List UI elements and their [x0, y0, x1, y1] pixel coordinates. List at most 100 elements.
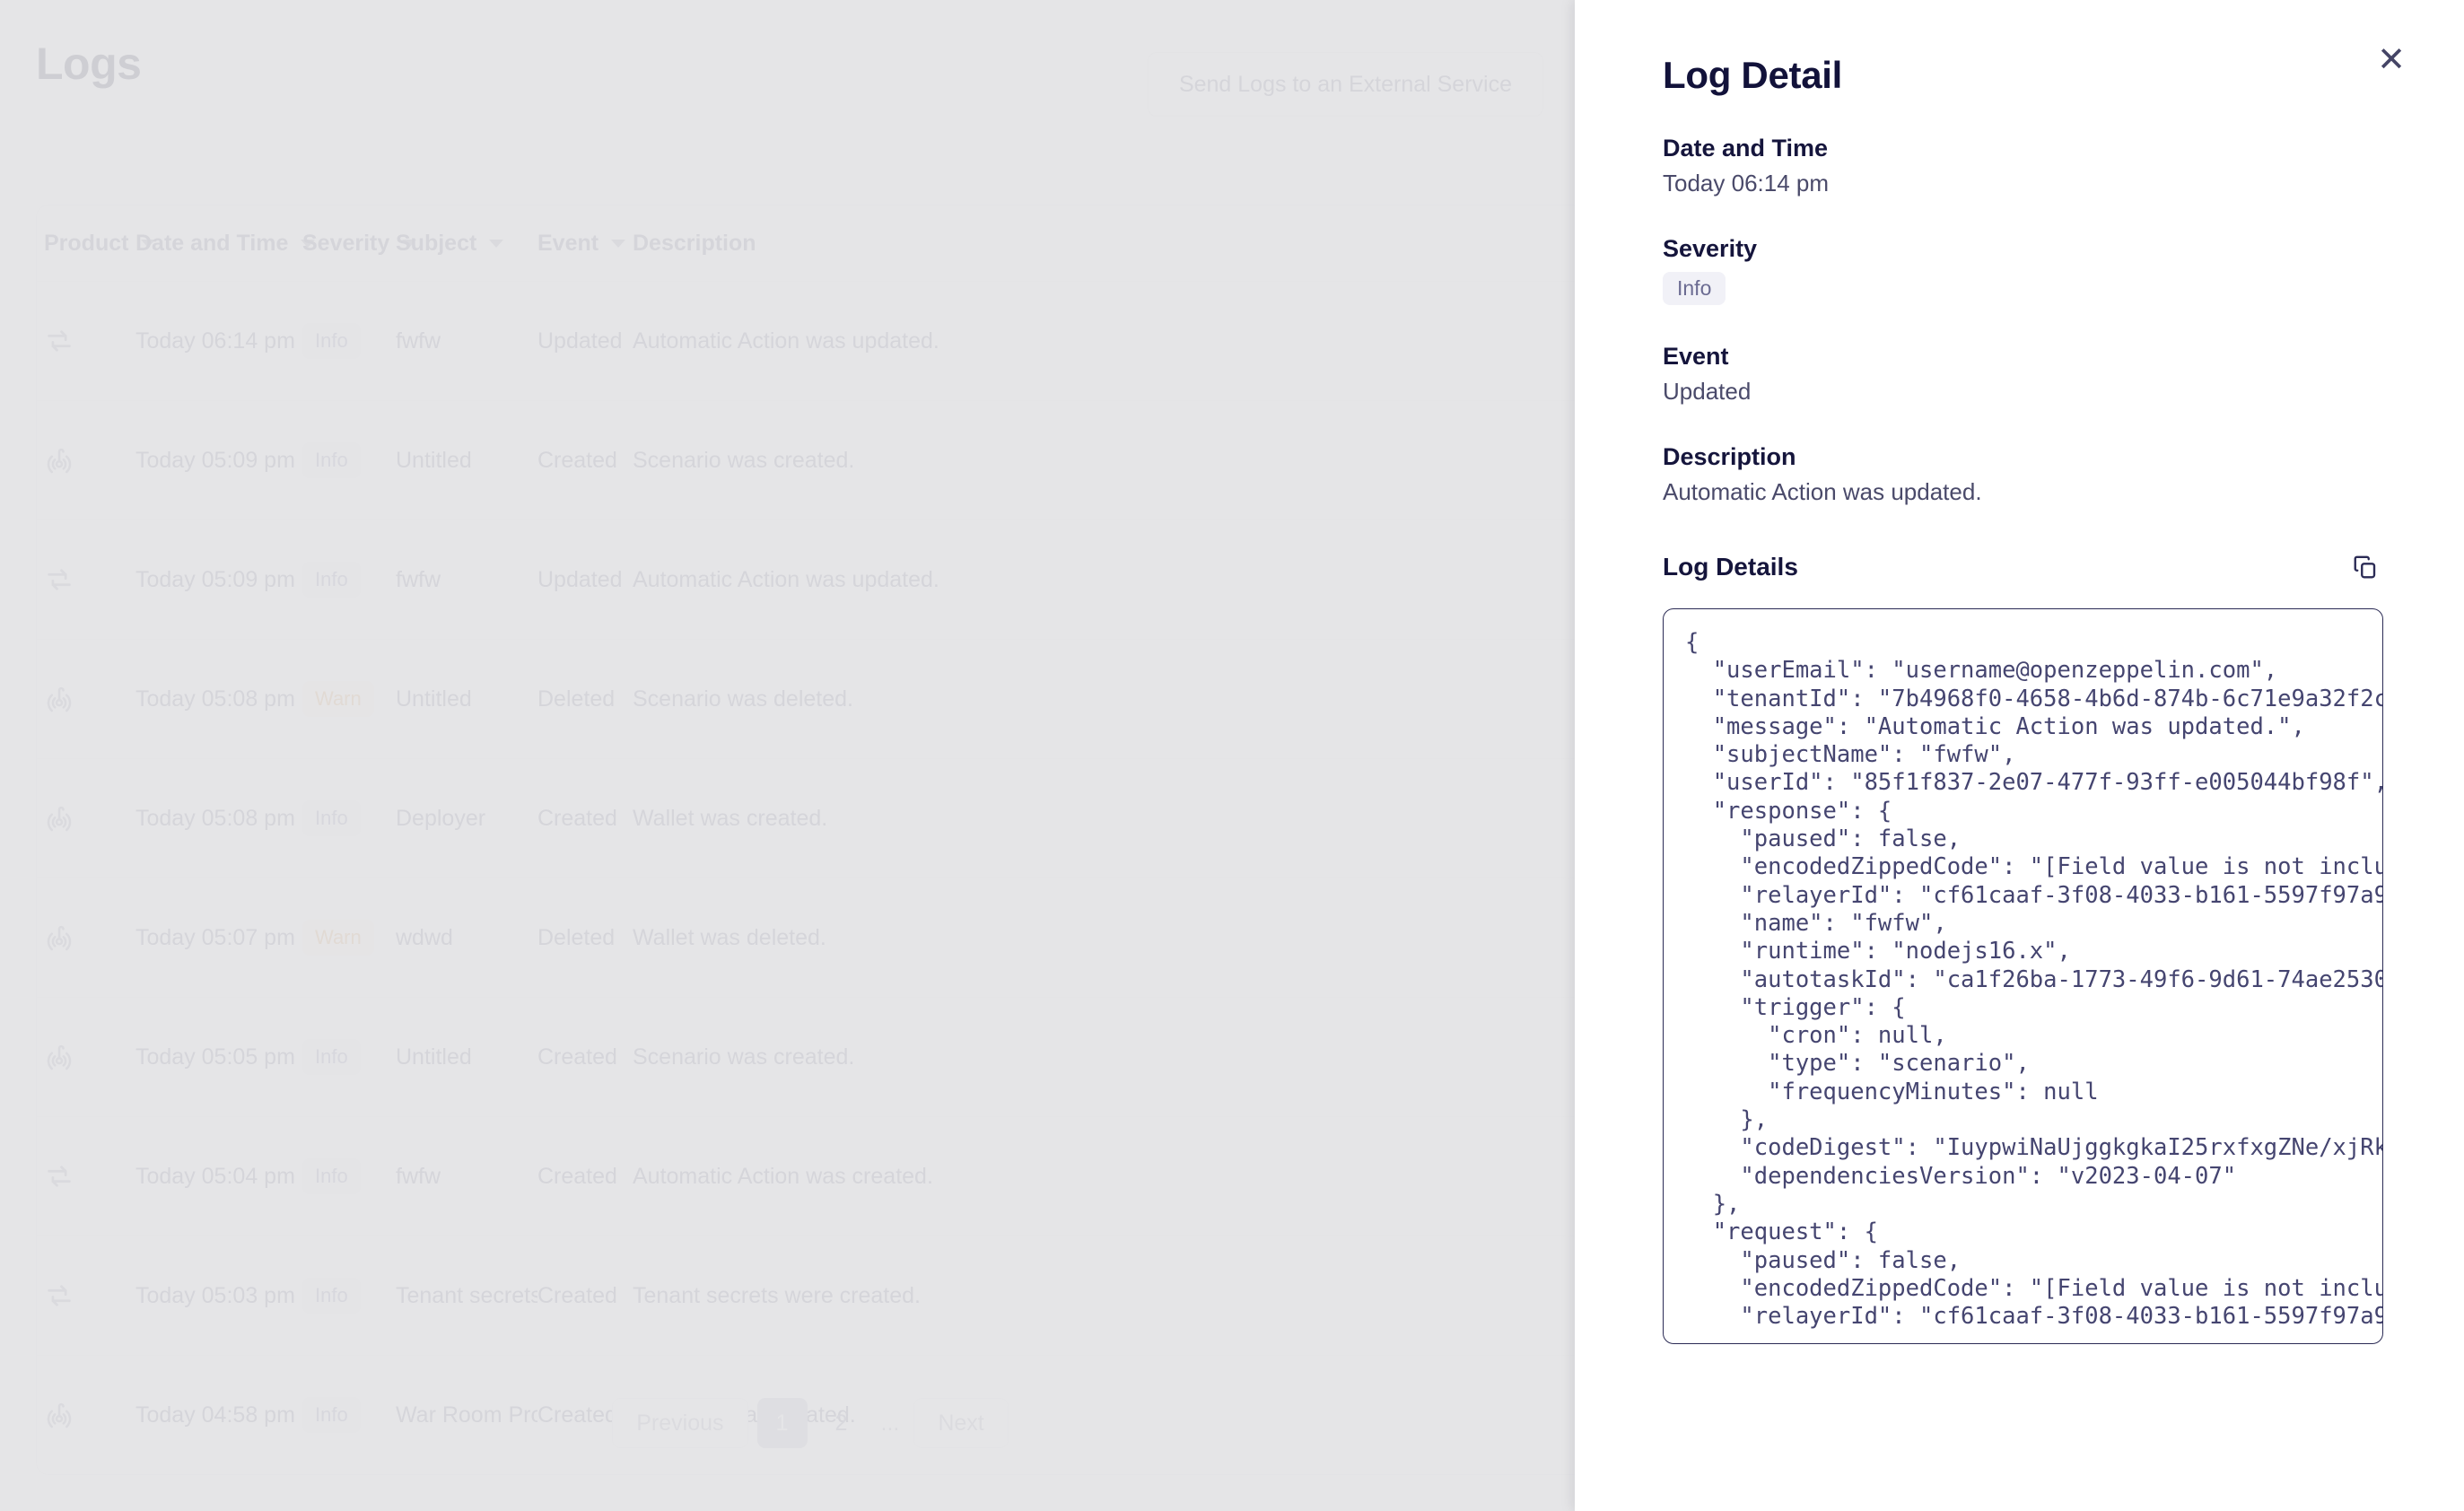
cell-severity: Info	[302, 323, 396, 359]
detail-field-date-and-time: Date and Time Today 06:14 pm	[1663, 135, 2383, 197]
cell-event: Created	[537, 1163, 617, 1189]
logs-table: Product Date and Time Severity Subject Event…	[36, 205, 1575, 1475]
table-row[interactable]: Today 05:07 pm Warn wdwd Deleted Wallet was …	[37, 878, 1575, 997]
detail-field-label: Severity	[1663, 235, 1758, 262]
cell-subject: Deployer	[396, 805, 486, 831]
cell-severity: Info	[302, 1158, 396, 1194]
cell-event: Updated	[537, 566, 623, 592]
cell-severity: Warn	[302, 681, 396, 717]
column-header-product[interactable]: Product	[44, 230, 156, 257]
table-header-row: Product Date and Time Severity Subject Event…	[37, 205, 1575, 281]
pagination-page-2[interactable]: 2	[817, 1398, 867, 1448]
cell-severity: Info	[302, 800, 396, 836]
detail-field-severity: Severity Info	[1663, 235, 2383, 305]
cell-event: Updated	[537, 328, 623, 354]
page-header: Logs Send Logs to an External Service	[36, 18, 1543, 117]
log-details-code-box[interactable]: { "userEmail": "username@openzeppelin.co…	[1663, 608, 2383, 1344]
cell-subject: wdwd	[396, 924, 453, 950]
cell-datetime: Today 05:03 pm	[135, 1282, 295, 1308]
cell-datetime: Today 05:08 pm	[135, 686, 295, 712]
sentinel-radar-icon	[44, 803, 135, 834]
detail-field-description: Description Automatic Action was updated.	[1663, 443, 2383, 506]
table-row[interactable]: Today 05:09 pm Info fwfw Updated Automatic A…	[37, 520, 1575, 639]
detail-field-value: Automatic Action was updated.	[1663, 478, 1982, 505]
table-row[interactable]: Today 05:04 pm Info fwfw Created Automatic A…	[37, 1116, 1575, 1236]
column-header-event[interactable]: Event	[537, 231, 633, 257]
column-header-label: Description	[633, 230, 756, 256]
cell-event: Created	[537, 805, 617, 831]
logs-page: Logs Send Logs to an External Service Pr…	[0, 0, 1575, 1511]
copy-icon[interactable]	[2347, 549, 2383, 585]
detail-field-label: Description	[1663, 443, 1796, 470]
cell-severity: Info	[302, 442, 396, 478]
table-body: Today 06:14 pm Info fwfw Updated Automatic A…	[37, 281, 1575, 1474]
status-badge: Info	[302, 562, 361, 598]
table-row[interactable]: Today 05:05 pm Info Untitled Created Scenari…	[37, 997, 1575, 1116]
cell-severity: Info	[302, 562, 396, 598]
page-title: Logs	[36, 39, 142, 89]
cell-severity: Info	[302, 1278, 396, 1314]
column-header-label: Subject	[396, 230, 477, 256]
repeat-arrows-icon	[44, 1161, 135, 1192]
table-row[interactable]: Today 05:08 pm Warn Untitled Deleted Scenari…	[37, 639, 1575, 758]
cell-subject: fwfw	[396, 328, 441, 354]
pagination-ellipsis: ...	[880, 1410, 900, 1436]
cell-description: Scenario was created.	[633, 447, 855, 473]
cell-subject: fwfw	[396, 1163, 441, 1189]
table-row[interactable]: Today 05:03 pm Info Tenant secrets Created T…	[37, 1236, 1575, 1355]
pagination-page-1[interactable]: 1	[756, 1398, 808, 1448]
column-header-label: Product	[44, 230, 129, 256]
cell-subject: Untitled	[396, 686, 472, 712]
cell-severity: Warn	[302, 920, 396, 956]
log-json: { "userEmail": "username@openzeppelin.co…	[1685, 629, 2382, 1331]
detail-field-label: Date and Time	[1663, 135, 1829, 162]
status-badge: Info	[302, 1278, 361, 1314]
cell-datetime: Today 06:14 pm	[135, 328, 295, 354]
sentinel-radar-icon	[44, 445, 135, 476]
cell-description: Wallet was deleted.	[633, 924, 826, 950]
cell-datetime: Today 05:09 pm	[135, 566, 295, 592]
column-header-description: Description	[633, 231, 1575, 257]
status-badge: Info	[302, 442, 361, 478]
status-badge: Info	[302, 800, 361, 836]
drawer-title: Log Detail	[1663, 54, 1843, 96]
repeat-arrows-icon	[44, 564, 135, 595]
column-header-severity[interactable]: Severity	[302, 230, 417, 257]
cell-event: Created	[537, 1044, 617, 1070]
detail-field-value: Info	[1663, 272, 2383, 305]
chevron-down-icon[interactable]	[489, 239, 504, 248]
pagination-next-button[interactable]: Next	[913, 1398, 1009, 1448]
cell-description: Automatic Action was updated.	[633, 566, 939, 592]
cell-description: Automatic Action was created.	[633, 1163, 933, 1189]
log-details-label: Log Details	[1663, 553, 1798, 581]
column-header-label: Severity	[302, 230, 390, 256]
column-header-date-and-time[interactable]: Date and Time	[135, 231, 316, 257]
table-row[interactable]: Today 06:14 pm Info fwfw Updated Automatic A…	[37, 281, 1575, 400]
close-icon[interactable]: ✕	[2371, 39, 2412, 81]
sentinel-radar-icon	[44, 1042, 135, 1072]
status-badge: Info	[302, 323, 361, 359]
log-detail-drawer: ✕ Log Detail Date and Time Today 06:14 pm…	[1575, 0, 2464, 1511]
cell-subject: Untitled	[396, 1044, 472, 1070]
column-header-label: Event	[537, 230, 599, 256]
column-header-subject[interactable]: Subject	[396, 231, 537, 257]
cell-description: Scenario was created.	[633, 1044, 855, 1070]
cell-datetime: Today 05:07 pm	[135, 924, 295, 950]
table-row[interactable]: Today 05:09 pm Info Untitled Created Scenari…	[37, 400, 1575, 520]
status-badge: Warn	[302, 681, 374, 717]
cell-datetime: Today 05:08 pm	[135, 805, 295, 831]
cell-subject: Untitled	[396, 447, 472, 473]
detail-field-label: Event	[1663, 343, 1729, 370]
status-badge: Info	[302, 1039, 361, 1075]
pagination-previous-button[interactable]: Previous	[612, 1398, 748, 1448]
table-row[interactable]: Today 05:08 pm Info Deployer Created Wallet …	[37, 758, 1575, 878]
status-badge: Info	[1663, 272, 1726, 305]
cell-subject: fwfw	[396, 566, 441, 592]
send-logs-external-service-button[interactable]: Send Logs to an External Service	[1147, 52, 1543, 117]
pagination: Previous 1 2... Next	[36, 1398, 1575, 1448]
chevron-down-icon[interactable]	[611, 239, 626, 248]
repeat-arrows-icon	[44, 326, 135, 356]
detail-field-event: Event Updated	[1663, 343, 2383, 406]
cell-event: Deleted	[537, 686, 616, 712]
repeat-arrows-icon	[44, 1280, 135, 1311]
